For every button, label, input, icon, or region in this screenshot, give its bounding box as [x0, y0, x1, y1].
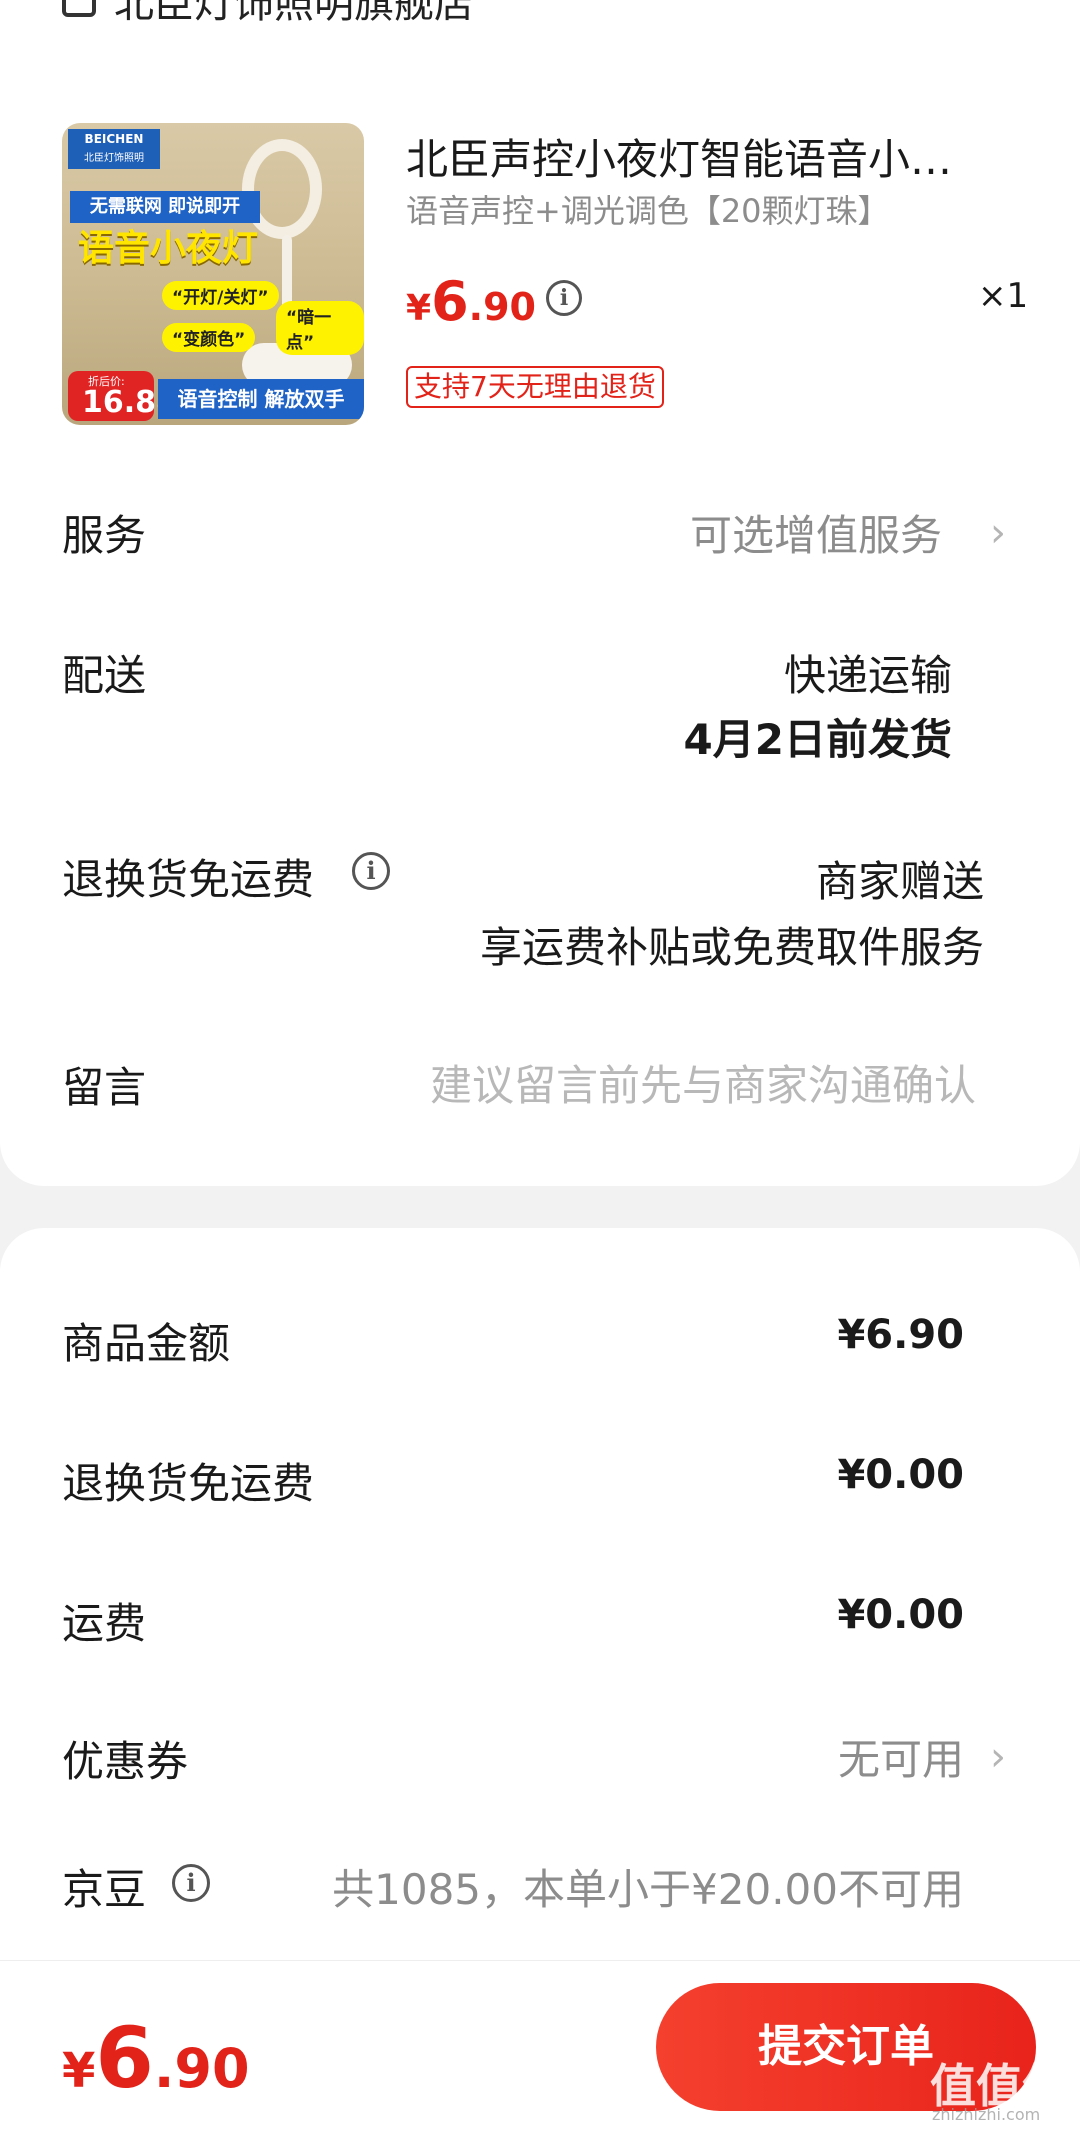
- return-fee-value: 商家赠送: [815, 857, 984, 906]
- message-input[interactable]: 建议留言前先与商家沟通确认: [430, 1052, 976, 1113]
- total-price: ¥6.90: [62, 2009, 250, 2107]
- price-summary-card: 商品金额 ¥6.90 退换货免运费 ¥0.00 运费 ¥0.00 优惠券 无可用…: [0, 1228, 1080, 1988]
- product-spec: 语音声控+调光调色【20颗灯珠】: [406, 192, 890, 230]
- watermark-url: zhizhizhi.com: [932, 2105, 1041, 2124]
- shop-name: 北臣灯饰照明旗舰店: [114, 0, 474, 27]
- return-fee-summary-label: 退换货免运费: [62, 1459, 315, 1508]
- product-image-tag: “暗一点”: [276, 301, 364, 355]
- product-price: ¥6.90: [406, 270, 536, 333]
- product-image[interactable]: BEICHEN 北臣灯饰照明 无需联网 即说即开 语音小夜灯 “开灯/关灯” “…: [62, 123, 364, 425]
- shop-header[interactable]: 北臣灯饰照明旗舰店: [62, 0, 474, 27]
- jingdou-value: 共1085，本单小于¥20.00不可用: [332, 1865, 964, 1914]
- coupon-value[interactable]: 无可用: [838, 1726, 964, 1787]
- message-label: 留言: [62, 1063, 147, 1112]
- checkout-bar: ¥6.90 提交订单: [0, 1960, 1080, 2130]
- jingdou-info-icon[interactable]: i: [172, 1864, 210, 1902]
- delivery-label: 配送: [62, 651, 147, 700]
- delivery-method[interactable]: 快递运输: [784, 642, 952, 703]
- price-info-icon[interactable]: i: [546, 280, 582, 316]
- product-image-tag: “开灯/关灯”: [162, 281, 279, 310]
- chevron-right-icon[interactable]: ›: [990, 1734, 1006, 1780]
- delivery-date[interactable]: 4月2日前发货: [684, 706, 952, 767]
- shipping-label: 运费: [62, 1599, 147, 1648]
- service-label: 服务: [62, 511, 147, 560]
- service-value[interactable]: 可选增值服务: [690, 502, 942, 563]
- goods-amount-value: ¥6.90: [837, 1312, 964, 1358]
- coupon-label: 优惠券: [62, 1737, 189, 1786]
- product-image-brand-logo: BEICHEN 北臣灯饰照明: [68, 129, 160, 169]
- shipping-value: ¥0.00: [837, 1592, 964, 1638]
- product-title[interactable]: 北臣声控小夜灯智能语音小…: [406, 126, 952, 187]
- return-fee-label: 退换货免运费: [62, 855, 315, 904]
- product-image-headline: 语音小夜灯: [77, 228, 258, 269]
- return-fee-detail: 享运费补贴或免费取件服务: [479, 923, 984, 972]
- product-quantity: ×1: [978, 276, 1029, 316]
- shop-icon: [62, 0, 96, 17]
- return-info-icon[interactable]: i: [352, 852, 390, 890]
- order-items-card: 北臣灯饰照明旗舰店 BEICHEN 北臣灯饰照明 无需联网 即说即开 语音小夜灯…: [0, 0, 1080, 1186]
- return-fee-summary-value: ¥0.00: [837, 1452, 964, 1498]
- return-policy-badge: 支持7天无理由退货: [406, 366, 664, 408]
- product-image-price: 折后价: 16.88: [68, 371, 177, 421]
- product-image-tag: “变颜色”: [162, 323, 256, 352]
- jingdou-label: 京豆: [62, 1865, 147, 1914]
- product-image-bottom-text: 语音控制 解放双手: [158, 379, 364, 419]
- goods-amount-label: 商品金额: [62, 1319, 231, 1368]
- chevron-right-icon[interactable]: ›: [990, 510, 1006, 556]
